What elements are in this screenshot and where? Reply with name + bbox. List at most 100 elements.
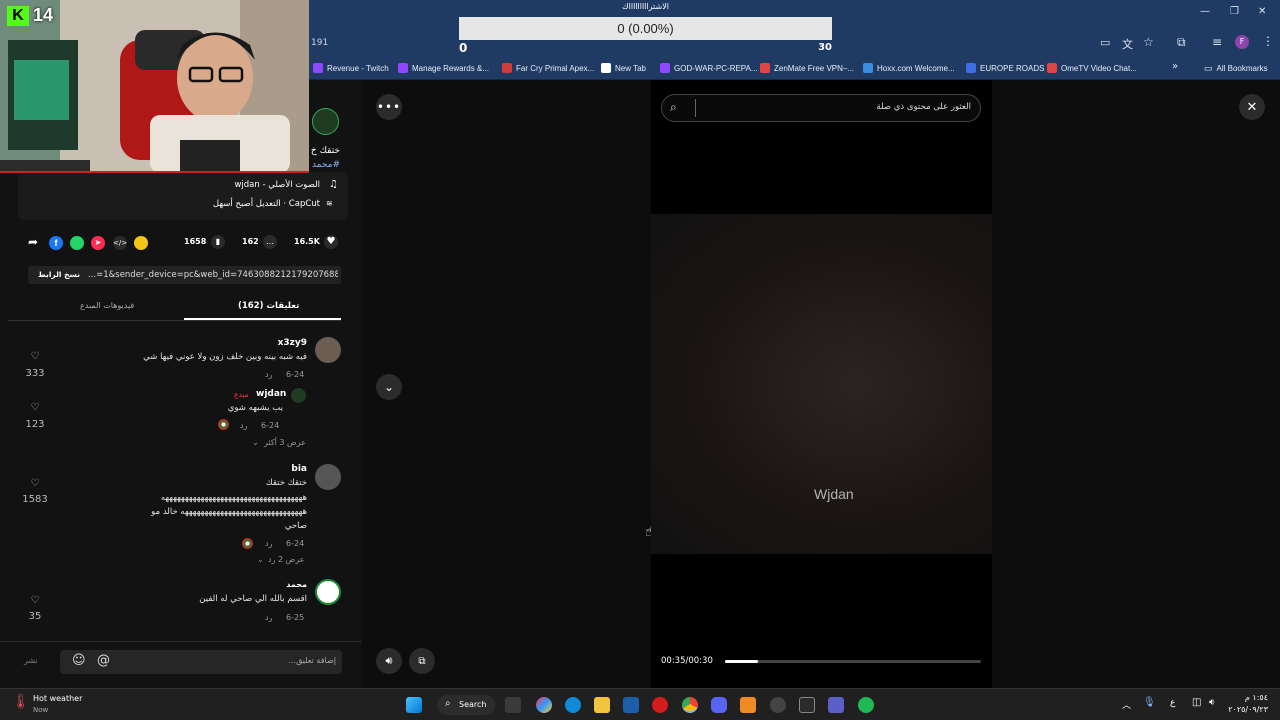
minimize-icon[interactable]: — <box>1200 6 1210 17</box>
mention-icon[interactable]: @ <box>97 653 110 668</box>
view-more-replies[interactable]: عرض 2 رد <box>268 555 304 564</box>
bookmark-item[interactable]: New Tab <box>601 60 646 76</box>
video-progress-track[interactable] <box>725 660 981 663</box>
reply-reply-button[interactable]: رد <box>240 421 247 430</box>
comment-username[interactable]: محمد <box>230 580 307 589</box>
weather-icon[interactable]: 🌡︎ <box>12 694 30 710</box>
teams-icon[interactable] <box>828 697 844 713</box>
share-arrow-icon[interactable]: ➦ <box>28 235 38 249</box>
tab-comments[interactable]: تعليقات (162) <box>238 301 299 311</box>
send-to-friends-icon[interactable]: ➤ <box>91 236 105 250</box>
comment-username[interactable]: x3zy9 <box>200 338 307 348</box>
bookmark-item[interactable]: Revenue - Twitch <box>313 60 389 76</box>
commenter-avatar[interactable] <box>315 579 341 605</box>
reply-username[interactable]: wjdan <box>256 389 286 399</box>
bookmark-item[interactable]: EUROPE ROADS <box>966 60 1044 76</box>
post-comment-button[interactable]: نشر <box>24 656 38 665</box>
comment-text: فيه شبه بينه وبين خلف زون ولا عوني فيها … <box>143 352 307 362</box>
goal-progress-bar: 0 (0.00%) <box>459 17 832 40</box>
file-explorer-icon[interactable] <box>594 697 610 713</box>
restore-icon[interactable]: ❐ <box>1230 6 1239 17</box>
expand-chevron-icon[interactable]: ⌄ <box>257 555 264 564</box>
embed-icon[interactable]: </> <box>113 236 127 250</box>
more-options-button[interactable]: ••• <box>376 94 402 120</box>
like-heart-icon[interactable]: ♥ <box>324 235 338 249</box>
extensions-icon[interactable]: ⧉ <box>1177 35 1186 50</box>
viewer-count: 14 <box>33 5 54 25</box>
bookmarks-overflow-icon[interactable]: » <box>1172 61 1178 72</box>
view-more-replies[interactable]: عرض 3 أكثر <box>264 438 306 447</box>
commenter-avatar[interactable] <box>315 464 341 490</box>
all-bookmarks-label: All Bookmarks <box>1216 63 1268 73</box>
bookmark-star-icon[interactable]: ☆ <box>1143 35 1154 49</box>
reply-button[interactable]: رد <box>265 613 272 622</box>
sound-label[interactable]: الصوت الأصلي - wjdan <box>120 180 320 190</box>
copy-link-button[interactable]: نسخ الرابط <box>38 270 80 279</box>
volume-tray-icon[interactable]: 🔉︎ <box>1209 697 1215 708</box>
start-button[interactable] <box>406 697 422 713</box>
task-view-icon[interactable] <box>505 697 521 713</box>
comment-icon[interactable]: … <box>263 235 277 249</box>
network-icon[interactable]: ◫ <box>1192 697 1201 708</box>
taskbar-search[interactable]: ⌕ Search <box>437 695 495 715</box>
pip-button[interactable]: ⧉ <box>409 648 435 674</box>
weather-title[interactable]: Hot weather <box>33 694 82 703</box>
bookmark-item[interactable]: Far Cry Primal Apex... <box>502 60 594 76</box>
epic-games-icon[interactable] <box>799 697 815 713</box>
reply-avatar[interactable] <box>291 388 306 403</box>
comment-like-icon[interactable]: ♡ <box>20 351 50 362</box>
close-video-button[interactable]: ✕ <box>1239 94 1265 120</box>
capcut-icon: ≋ <box>326 199 333 208</box>
reading-list-icon[interactable]: ≡ <box>1212 35 1222 49</box>
creator-avatar[interactable] <box>312 108 339 135</box>
clock-date[interactable]: ٢٠٢٥/٠٩/٢٣ <box>1222 705 1268 714</box>
discord-icon[interactable] <box>711 697 727 713</box>
spotify-icon[interactable] <box>858 697 874 713</box>
bookmark-item[interactable]: GOD-WAR-PC-REPA... <box>660 60 758 76</box>
opera-icon[interactable] <box>652 697 668 713</box>
comment-like-icon[interactable]: ♡ <box>20 478 50 489</box>
obs-icon[interactable] <box>770 697 786 713</box>
bookmark-label: New Tab <box>615 63 646 73</box>
all-bookmarks[interactable]: ▭ All Bookmarks <box>1204 60 1268 76</box>
facebook-icon[interactable]: f <box>49 236 63 250</box>
tray-chevron-icon[interactable]: ︿ <box>1122 698 1131 711</box>
emoji-share-icon[interactable] <box>134 236 148 250</box>
search-icon[interactable]: ⌕ <box>670 100 677 115</box>
whatsapp-icon[interactable] <box>70 236 84 250</box>
comment-username[interactable]: bia <box>230 464 307 474</box>
bookmark-item[interactable]: Hoxx.com Welcome... <box>863 60 955 76</box>
chrome-icon[interactable] <box>682 697 698 713</box>
tab-creator-videos[interactable]: فيديوهات المبدع <box>80 301 134 310</box>
reply-like-icon[interactable]: ♡ <box>20 402 50 413</box>
expand-chevron-icon[interactable]: ⌄ <box>252 438 259 447</box>
capcut-label[interactable]: CapCut · التعديل أصبح أسهل <box>120 199 320 209</box>
microphone-icon[interactable]: 🎙︎ <box>1143 697 1156 708</box>
cast-icon[interactable]: ▭ <box>1100 36 1110 49</box>
clock-time[interactable]: ١:٥٤ م <box>1232 693 1268 702</box>
comment-like-icon[interactable]: ♡ <box>20 595 50 606</box>
emoji-icon[interactable]: ☺ <box>72 653 86 668</box>
reply-button[interactable]: رد <box>265 539 272 548</box>
comment-like-count: 333 <box>25 368 45 379</box>
video-player[interactable]: ⌕ العثور على محتوى ذي صلة Wjdan 00:35/00… <box>651 80 992 688</box>
volume-button[interactable]: 🔊︎ <box>376 648 402 674</box>
app-icon[interactable] <box>740 697 756 713</box>
bookmark-item[interactable]: Manage Rewards &... <box>398 60 489 76</box>
translate-icon[interactable]: 文 <box>1122 36 1133 52</box>
edge-icon[interactable] <box>565 697 581 713</box>
bookmark-icon[interactable]: ▮ <box>211 235 225 249</box>
reply-button[interactable]: رد <box>265 370 272 379</box>
bookmark-item[interactable]: OmeTV Video Chat... <box>1047 60 1137 76</box>
bookmark-item[interactable]: ZenMate Free VPN–... <box>760 60 854 76</box>
kick-viewer-badge: K 14 <box>7 5 53 26</box>
store-icon[interactable] <box>623 697 639 713</box>
next-video-button[interactable]: ⌄ <box>376 374 402 400</box>
saves-count: 1658 <box>184 237 207 246</box>
profile-avatar[interactable]: F <box>1235 35 1249 49</box>
copilot-icon[interactable] <box>536 697 552 713</box>
close-window-icon[interactable]: ✕ <box>1258 6 1266 17</box>
menu-dots-icon[interactable]: ⋮ <box>1262 34 1274 48</box>
language-indicator[interactable]: ع <box>1170 698 1175 708</box>
commenter-avatar[interactable] <box>315 337 341 363</box>
